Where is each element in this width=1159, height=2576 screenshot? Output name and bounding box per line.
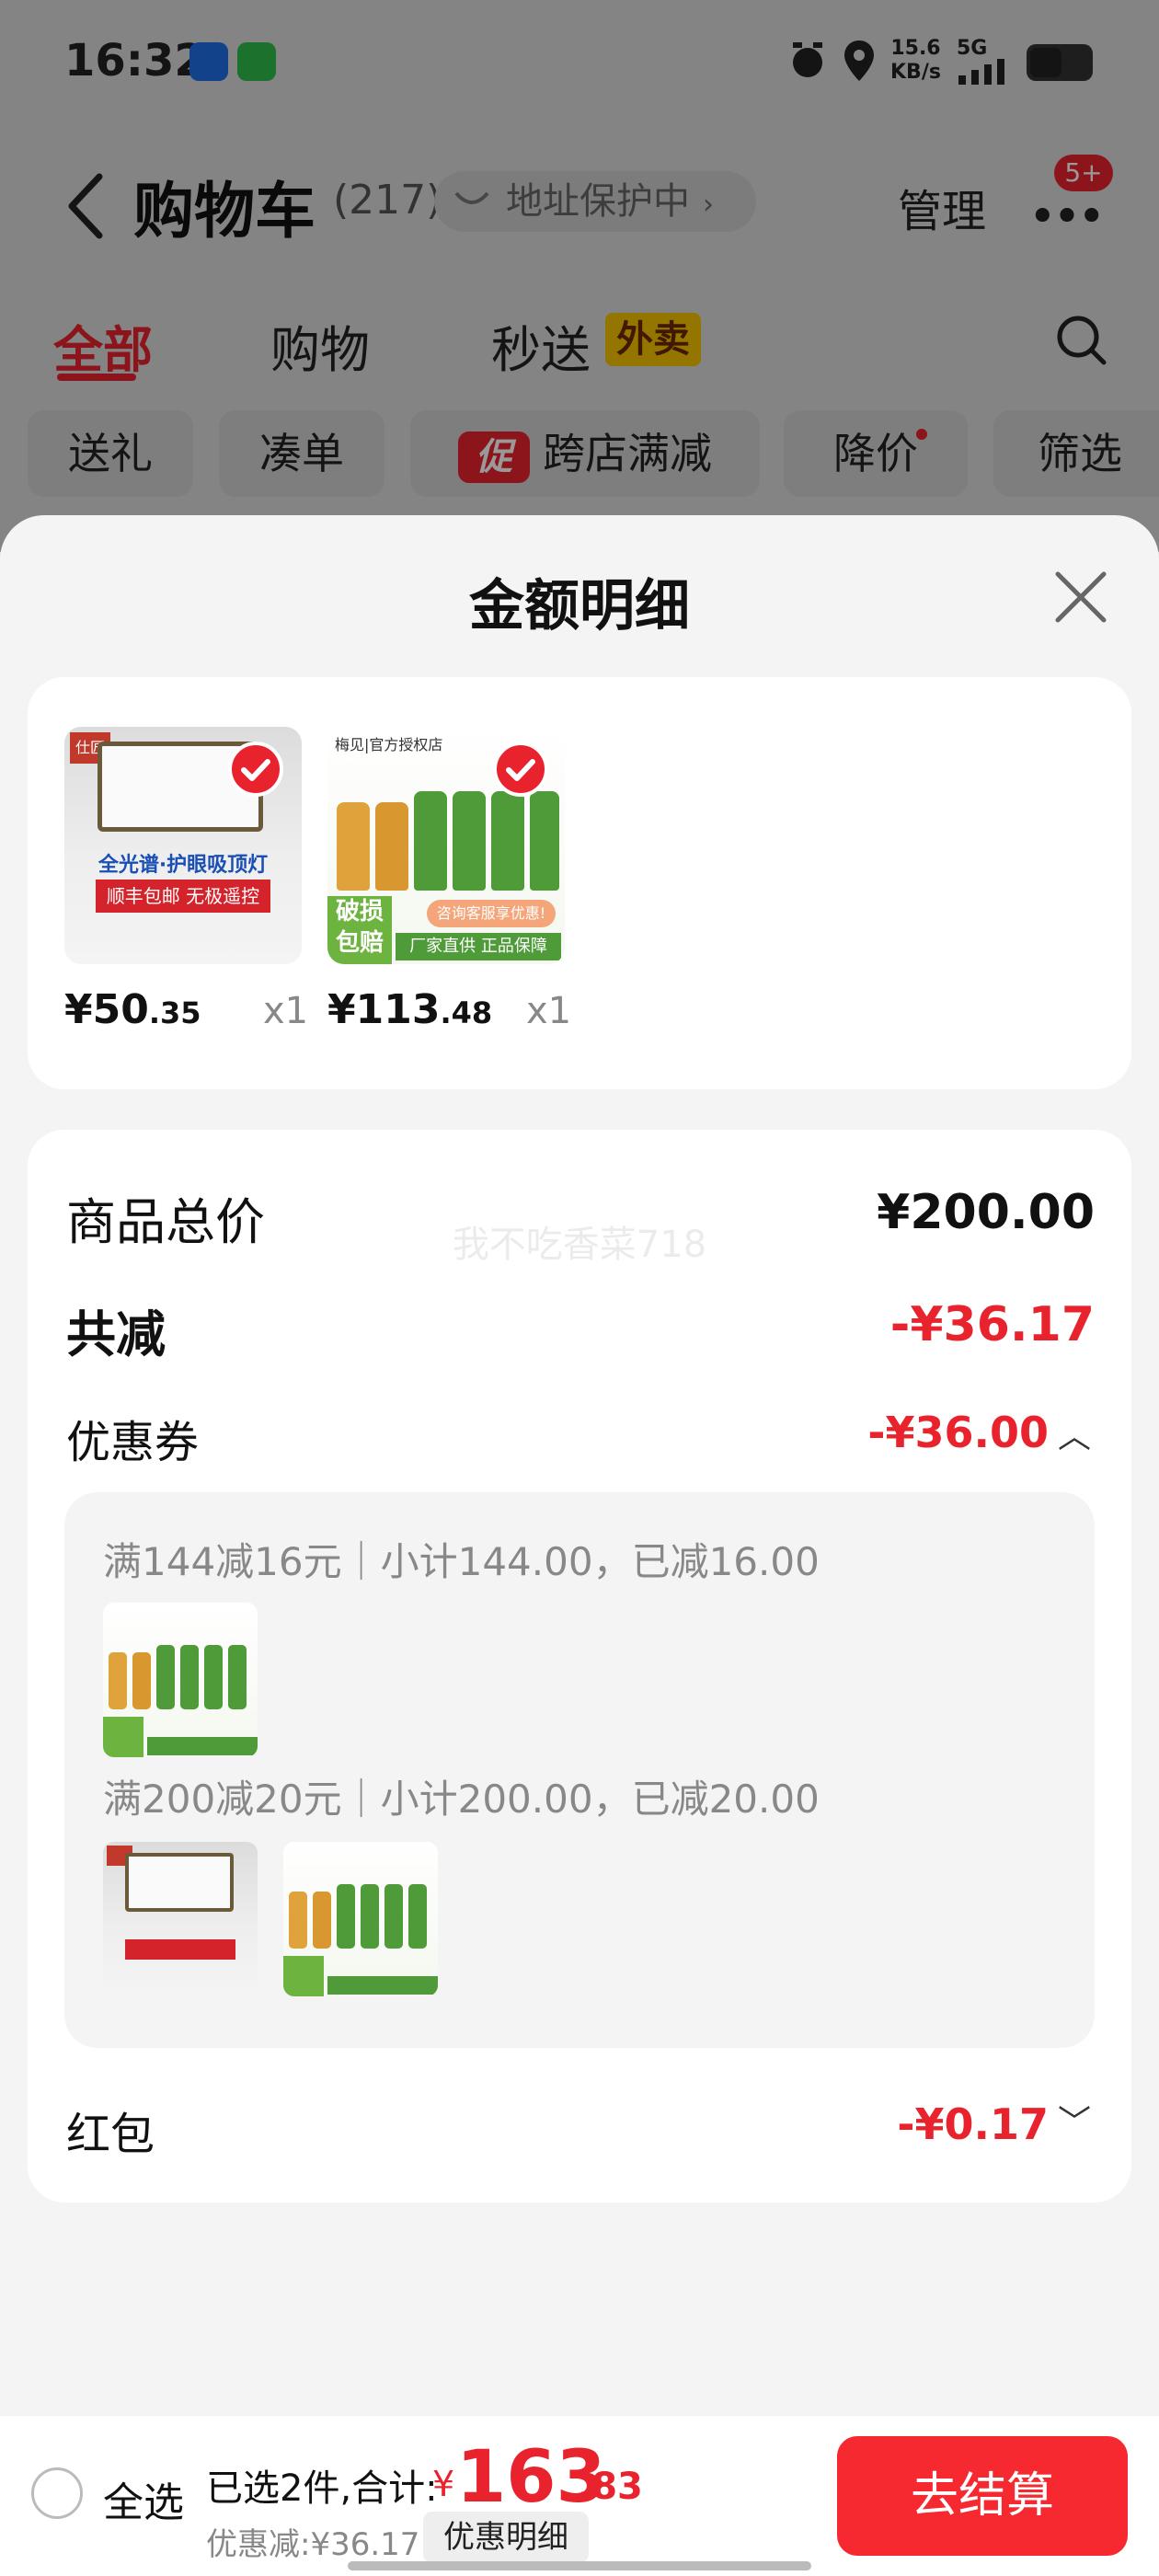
bottle — [228, 1645, 247, 1709]
bottle — [337, 1884, 355, 1949]
total-price-label: 商品总价 — [66, 1193, 265, 1251]
lamp-tagline: 全光谱·护眼吸顶灯 — [98, 854, 269, 877]
coupon-detail-line: 满144减16元｜小计144.00，已减16.00 — [103, 1539, 820, 1584]
chevron-up-icon[interactable]: ︿ — [1058, 1409, 1091, 1457]
wine-promo: 厂家直供 正品保障 — [396, 933, 561, 960]
bottle — [204, 1645, 223, 1709]
bottle — [375, 802, 408, 891]
red-packet-label: 红包 — [66, 2109, 155, 2160]
discount-text: 优惠减:¥36.17 — [206, 2526, 420, 2563]
selected-check-icon[interactable] — [493, 742, 548, 797]
damage-tag-line2: 包赔 — [335, 929, 384, 957]
bottle — [414, 791, 447, 891]
wine-promo-strip — [147, 1737, 258, 1755]
selected-summary: 已选2件,合计: — [206, 2467, 438, 2510]
coupon-value[interactable]: -¥36.00 — [828, 1408, 1049, 1457]
bottle — [361, 1884, 379, 1949]
selected-check-icon[interactable] — [228, 742, 283, 797]
item-price: ¥50.35 — [64, 986, 201, 1033]
bottle — [156, 1645, 175, 1709]
coupon-thumb-wine — [103, 1603, 258, 1757]
damage-tag — [103, 1717, 143, 1757]
damage-tag — [283, 1956, 324, 1996]
lamp-image — [125, 1853, 234, 1912]
discount-detail-button[interactable]: 优惠明细 — [423, 2512, 589, 2563]
bottle — [408, 1884, 427, 1949]
reduce-label: 共减 — [66, 1305, 166, 1363]
bottle — [313, 1892, 331, 1949]
bottle — [453, 791, 486, 891]
damage-tag-line1: 破损 — [335, 898, 384, 926]
item-qty: x1 — [263, 990, 309, 1032]
bottle — [289, 1892, 307, 1949]
item-price-dec: .48 — [440, 995, 493, 1030]
select-all-label[interactable]: 全选 — [103, 2469, 184, 2528]
item-price-int: ¥50 — [64, 986, 149, 1033]
bottle — [180, 1645, 199, 1709]
bottle — [109, 1652, 127, 1709]
sheet-title: 金额明细 — [469, 574, 690, 638]
item-price-int: ¥113 — [327, 986, 441, 1033]
coupon-thumb-wine — [283, 1842, 438, 1996]
select-all-radio[interactable] — [31, 2467, 83, 2519]
bottle — [491, 791, 524, 891]
bottle — [337, 802, 370, 891]
checkout-button[interactable]: 去结算 — [837, 2436, 1128, 2556]
coupon-label: 优惠券 — [66, 1417, 200, 1468]
coupon-thumb-lamp — [103, 1842, 258, 1996]
reduce-value: -¥36.17 — [889, 1297, 1095, 1352]
total-amount-dec: .83 — [578, 2466, 643, 2508]
wine-promo-strip — [327, 1976, 438, 1995]
red-packet-value[interactable]: -¥0.17 — [828, 2099, 1049, 2149]
consult-banner: 咨询客服享优惠! — [427, 900, 556, 927]
lamp-promo — [125, 1939, 235, 1960]
item-qty: x1 — [526, 990, 572, 1032]
chevron-down-icon[interactable]: ﹀ — [1058, 2096, 1091, 2144]
close-icon[interactable] — [1049, 565, 1113, 629]
bottle — [384, 1884, 403, 1949]
home-indicator[interactable] — [348, 2561, 811, 2570]
item-price-dec: .35 — [148, 995, 201, 1030]
store-label: 梅见|官方授权店 — [335, 736, 443, 753]
item-price: ¥113.48 — [327, 986, 492, 1033]
total-price-value: ¥200.00 — [877, 1185, 1095, 1240]
total-currency: ¥ — [432, 2464, 455, 2504]
overlay-dim[interactable] — [0, 0, 1159, 552]
bottle — [530, 791, 559, 891]
bottle — [132, 1652, 151, 1709]
damage-tag: 破损 包赔 — [327, 896, 392, 964]
lamp-promo: 顺丰包邮 无极遥控 — [96, 880, 270, 913]
coupon-detail-line: 满200减20元｜小计200.00，已减20.00 — [103, 1777, 820, 1822]
